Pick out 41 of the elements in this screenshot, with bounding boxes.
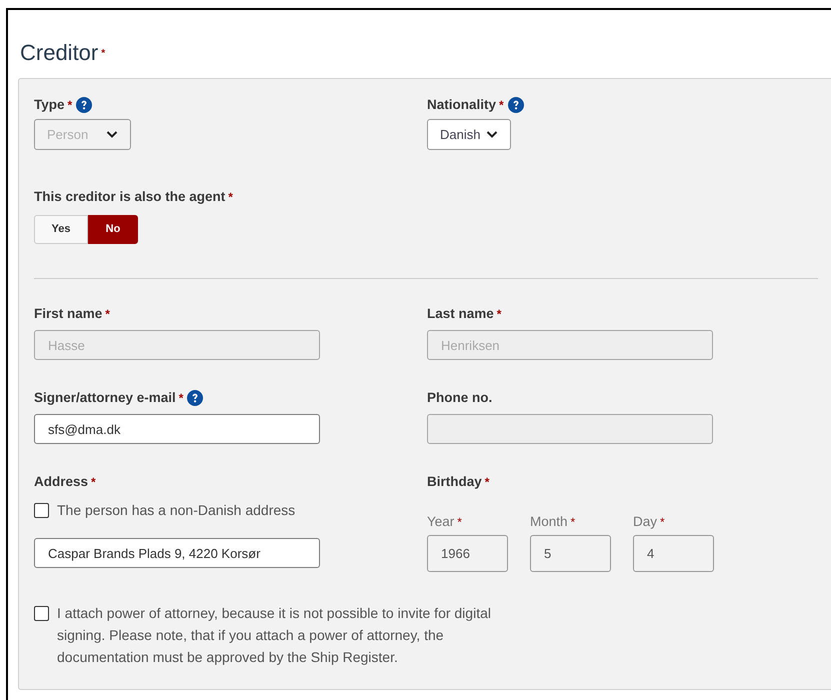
- select-field[interactable]: Danish: [427, 119, 512, 150]
- required-mark: *: [178, 390, 184, 407]
- input-field[interactable]: 5: [530, 535, 611, 572]
- checkbox-label: The person has a non-Danish address: [57, 501, 296, 520]
- field-label: Type: [34, 96, 65, 114]
- field-label: Phone no.: [427, 389, 492, 407]
- required-mark: *: [228, 189, 233, 206]
- field-label: First name: [34, 305, 102, 323]
- field-label: Day: [633, 512, 658, 531]
- required-mark: *: [484, 474, 490, 491]
- required-mark: *: [570, 514, 576, 531]
- help-icon[interactable]: [187, 390, 204, 406]
- input-field[interactable]: 1966: [427, 535, 508, 572]
- chevron-down-icon: [106, 130, 118, 139]
- toggle-option[interactable]: No: [88, 215, 138, 244]
- required-mark: *: [91, 474, 96, 491]
- input-field[interactable]: 4: [633, 535, 714, 572]
- required-mark: *: [105, 306, 110, 323]
- required-mark: *: [457, 514, 462, 531]
- checkbox-label: I attach power of attorney, because it is not possible to invite for digital signing. Please note, that if you attach a power of attorney, the documentation must be approved by the Ship Register.: [57, 604, 492, 667]
- field-label: Birthday: [427, 473, 482, 491]
- checkbox[interactable]: [34, 606, 49, 621]
- required-mark: *: [660, 514, 665, 531]
- required-mark: *: [68, 97, 72, 114]
- field-label: Year: [427, 512, 454, 531]
- field-label: Last name: [427, 305, 494, 323]
- chevron-down-icon: [486, 130, 498, 139]
- field-label: Month: [530, 512, 568, 531]
- field-label: Address: [34, 473, 88, 491]
- checkbox[interactable]: [34, 502, 49, 518]
- field-label: This creditor is also the agent: [34, 188, 226, 206]
- section-title: Creditor: [20, 40, 98, 66]
- help-icon[interactable]: [508, 97, 524, 113]
- field-label: Signer/attorney e-mail: [34, 389, 176, 407]
- toggle-option[interactable]: Yes: [34, 215, 88, 244]
- field-label: Nationality: [427, 96, 496, 114]
- input-field[interactable]: Caspar Brands Plads 9, 4220 Korsør: [34, 538, 320, 568]
- required-mark: *: [101, 46, 106, 60]
- required-mark: *: [496, 306, 502, 323]
- input-field[interactable]: sfs@dma.dk: [34, 414, 320, 444]
- required-mark: *: [499, 97, 504, 114]
